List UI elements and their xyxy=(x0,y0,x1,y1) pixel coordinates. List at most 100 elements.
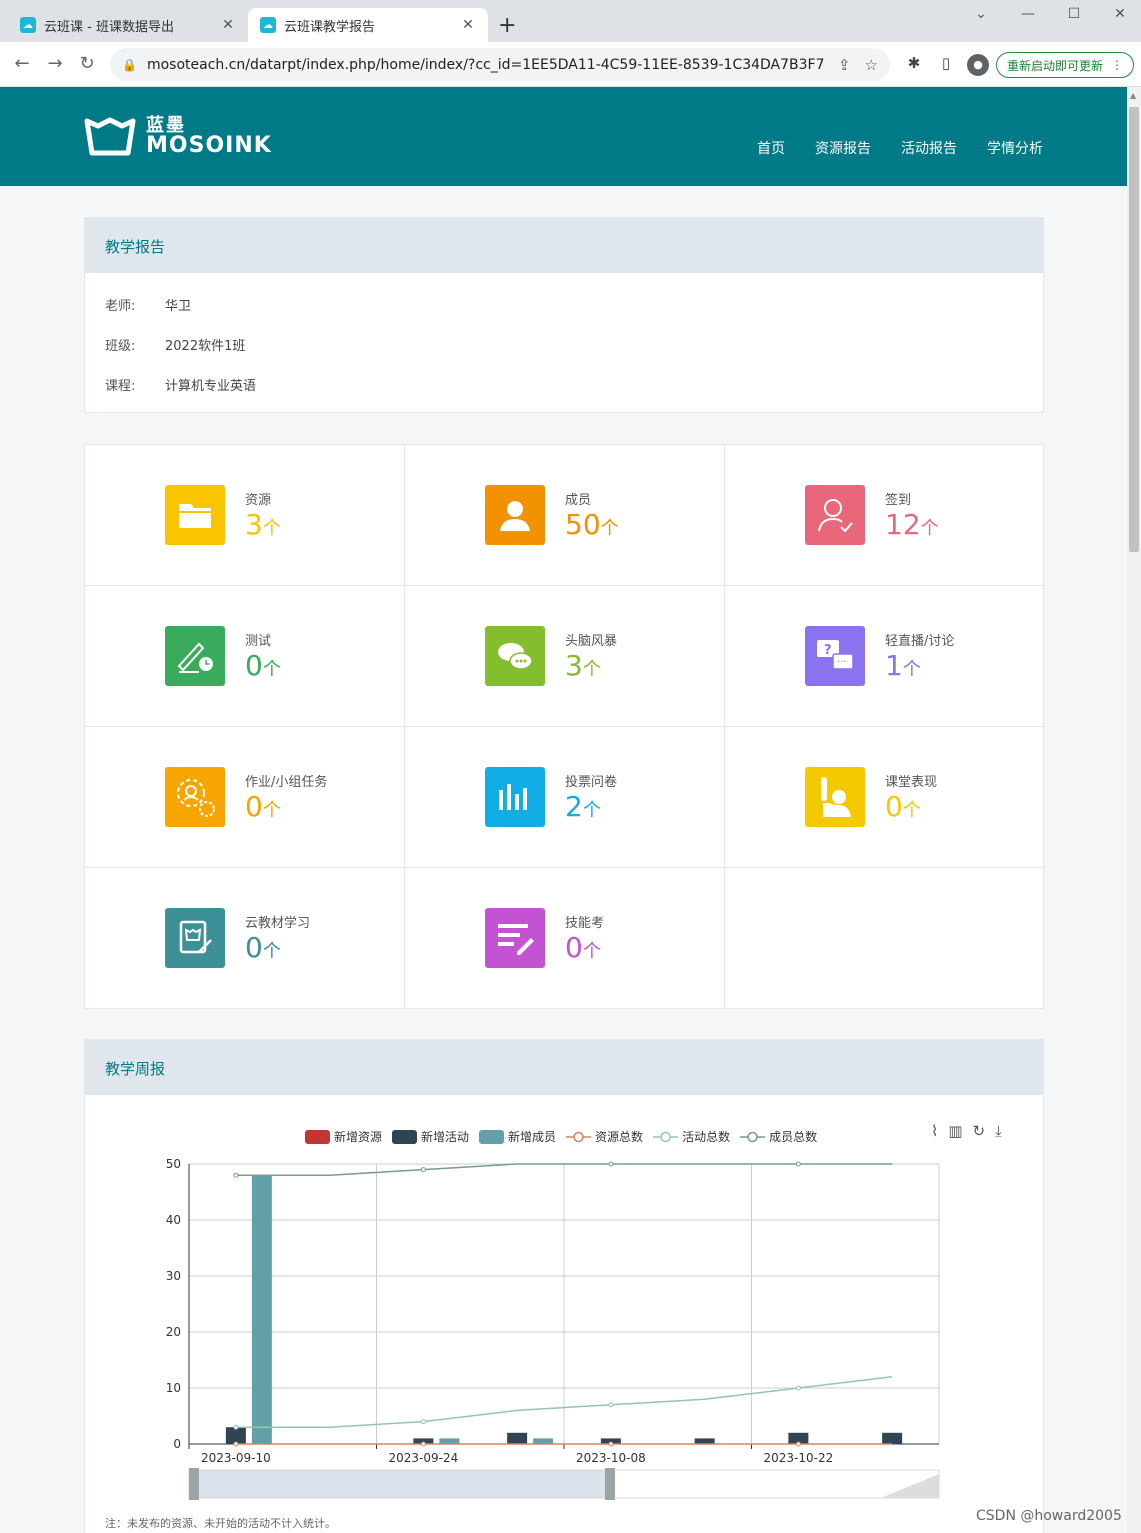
window-close-button[interactable]: ✕ xyxy=(1105,6,1135,22)
logo-icon xyxy=(84,117,136,156)
chart-note: 注：未发布的资源、未开始的活动不计入统计。 xyxy=(105,1517,336,1530)
y-tick-label: 50 xyxy=(166,1157,181,1171)
series-point xyxy=(795,1385,801,1391)
nav-activity-report[interactable]: 活动报告 xyxy=(901,138,957,158)
stat-unit: 个 xyxy=(262,941,281,962)
scroll-thumb[interactable] xyxy=(1129,107,1139,552)
stats-grid: 资源 3个 成员 50个 签到 12个 测试 0个 头脑风暴 3个? ··· 轻直播/讨论 1个 作业/小… xyxy=(84,444,1045,1009)
svg-text:···: ··· xyxy=(837,657,847,668)
stat-value: 0个 xyxy=(885,791,921,827)
stat-label: 测试 xyxy=(245,634,272,649)
homework-icon xyxy=(165,767,225,827)
stat-value: 50个 xyxy=(565,509,619,545)
stat-card[interactable]: ? ··· 轻直播/讨论 1个 xyxy=(725,586,1045,727)
profile-icon[interactable]: ● xyxy=(967,54,989,76)
page-scrollbar[interactable]: ▲ xyxy=(1127,87,1141,1533)
stat-number: 0 xyxy=(885,790,903,823)
stat-number: 12 xyxy=(885,508,921,541)
performance-icon xyxy=(805,767,865,827)
y-tick-label: 30 xyxy=(166,1269,181,1283)
y-tick-label: 10 xyxy=(166,1381,181,1395)
stat-number: 3 xyxy=(565,649,583,682)
class-value: 2022软件1班 xyxy=(165,338,246,354)
mosoink-logo[interactable]: 蓝墨 MOSOINK xyxy=(84,117,272,157)
back-button[interactable]: ← xyxy=(10,53,34,75)
minimize-button[interactable]: — xyxy=(1013,6,1043,22)
tab-label: 云班课教学报告 xyxy=(284,19,376,35)
test-icon xyxy=(165,626,225,686)
stat-card[interactable]: 签到 12个 xyxy=(725,445,1045,586)
maximize-button[interactable]: ☐ xyxy=(1059,6,1089,22)
stat-unit: 个 xyxy=(920,518,939,539)
close-icon[interactable]: ✕ xyxy=(220,17,236,33)
logo-en: MOSOINK xyxy=(146,133,272,158)
restore-icon[interactable]: ↻ xyxy=(973,1122,986,1140)
url-text[interactable]: mosoteach.cn/datarpt/index.php/home/inde… xyxy=(147,57,824,73)
stat-card[interactable]: 技能考 0个 xyxy=(405,868,725,1009)
series-point xyxy=(795,1161,801,1167)
stat-number: 0 xyxy=(565,931,583,964)
nav-resource-report[interactable]: 资源报告 xyxy=(815,138,871,158)
nav-learning-analysis[interactable]: 学情分析 xyxy=(987,138,1043,158)
series-point xyxy=(608,1402,614,1408)
stat-card[interactable]: 成员 50个 xyxy=(405,445,725,586)
stat-card[interactable]: 课堂表现 0个 xyxy=(725,727,1045,868)
stat-card[interactable]: 测试 0个 xyxy=(85,586,405,727)
close-icon[interactable]: ✕ xyxy=(460,17,476,33)
tab-search-icon[interactable]: ⌄ xyxy=(966,6,996,22)
stat-label: 技能考 xyxy=(565,916,605,931)
weekly-chart: 0 10 20 30 40 50 2023-09-10 2023-09-24 2023-10-0… xyxy=(166,1157,940,1500)
address-bar[interactable]: 🔒 mosoteach.cn/datarpt/index.php/home/in… xyxy=(110,48,890,81)
tab-report[interactable]: ☁ 云班课教学报告 ✕ xyxy=(248,8,488,42)
bar-icon[interactable]: ▥ xyxy=(948,1122,962,1140)
stat-number: 2 xyxy=(565,790,583,823)
brainstorm-icon xyxy=(485,626,545,686)
nav-home[interactable]: 首页 xyxy=(757,138,785,158)
series-point xyxy=(233,1441,239,1447)
stat-card[interactable]: 作业/小组任务 0个 xyxy=(85,727,405,868)
stat-number: 1 xyxy=(885,649,903,682)
bar xyxy=(533,1438,554,1444)
checkin-icon xyxy=(805,485,865,545)
download-icon[interactable]: ⤓ xyxy=(995,1122,1002,1140)
series-point xyxy=(233,1172,239,1178)
stat-card[interactable]: 云教材学习 0个 xyxy=(85,868,405,1009)
member-icon xyxy=(485,485,545,545)
extensions-icon[interactable]: ✱ xyxy=(903,54,925,72)
class-label: 班级: xyxy=(105,338,136,354)
star-icon[interactable]: ☆ xyxy=(865,56,878,74)
skill-icon xyxy=(485,908,545,968)
stat-number: 0 xyxy=(245,649,263,682)
stat-card[interactable]: 头脑风暴 3个 xyxy=(405,586,725,727)
stat-card[interactable]: 资源 3个 xyxy=(85,445,405,586)
stat-number: 0 xyxy=(245,790,263,823)
y-tick-label: 20 xyxy=(166,1325,181,1339)
stat-value: 3个 xyxy=(245,509,281,545)
share-icon[interactable]: ⇪ xyxy=(838,56,851,74)
stat-label: 课堂表现 xyxy=(885,775,938,790)
y-tick-label: 0 xyxy=(173,1437,181,1451)
update-button[interactable]: 重新启动即可更新 ⋮ xyxy=(996,52,1134,78)
scroll-up-icon[interactable]: ▲ xyxy=(1130,91,1136,100)
sidepanel-icon[interactable]: ▯ xyxy=(935,54,957,72)
tab-export[interactable]: ☁ 云班课 - 班课数据导出 ✕ xyxy=(8,8,248,42)
teacher-value: 华卫 xyxy=(165,298,192,314)
bar xyxy=(882,1432,903,1444)
stat-label: 资源 xyxy=(245,493,272,508)
weekly-title: 教学周报 xyxy=(85,1040,1043,1095)
new-tab-button[interactable]: + xyxy=(498,13,516,39)
stat-unit: 个 xyxy=(582,659,601,680)
report-title: 教学报告 xyxy=(85,218,1043,273)
reload-button[interactable]: ↻ xyxy=(75,53,99,75)
bar xyxy=(251,1175,272,1444)
stat-unit: 个 xyxy=(262,518,281,539)
course-label: 课程: xyxy=(105,378,136,394)
series-point xyxy=(420,1419,426,1425)
zoom-window xyxy=(189,1470,609,1498)
forward-button[interactable]: → xyxy=(43,53,67,75)
empty-cell xyxy=(725,868,1045,1009)
update-label: 重新启动即可更新 xyxy=(1006,58,1103,73)
line-icon[interactable]: ⌇ xyxy=(931,1122,938,1140)
stat-card[interactable]: 投票问卷 2个 xyxy=(405,727,725,868)
teacher-label: 老师: xyxy=(105,298,136,314)
